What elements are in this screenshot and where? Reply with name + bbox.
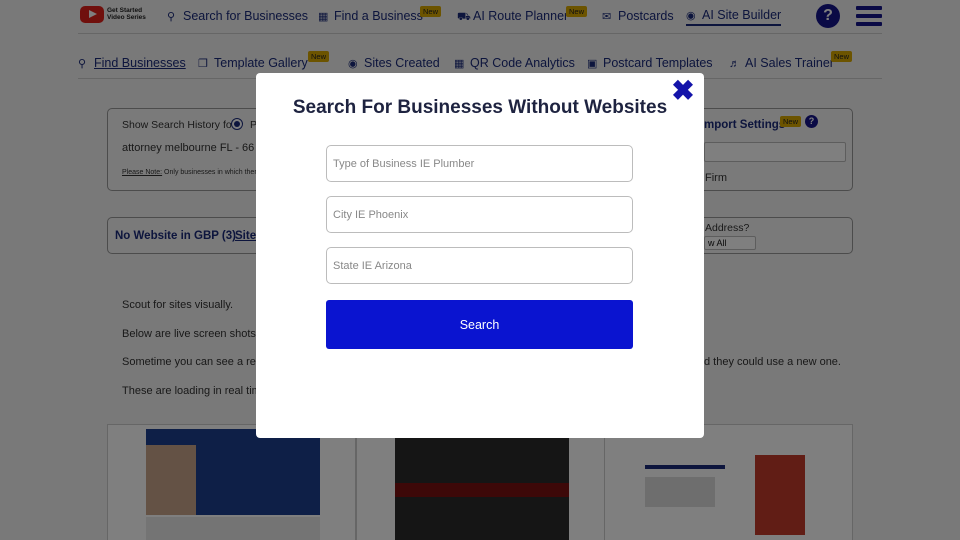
city-input[interactable] [326, 196, 633, 233]
state-input[interactable] [326, 247, 633, 284]
search-button[interactable]: Search [326, 300, 633, 349]
business-type-input[interactable] [326, 145, 633, 182]
close-icon[interactable]: ✖ [671, 77, 695, 105]
search-modal: Search For Businesses Without Websites ✖… [256, 73, 704, 438]
modal-title: Search For Businesses Without Websites [292, 97, 668, 118]
